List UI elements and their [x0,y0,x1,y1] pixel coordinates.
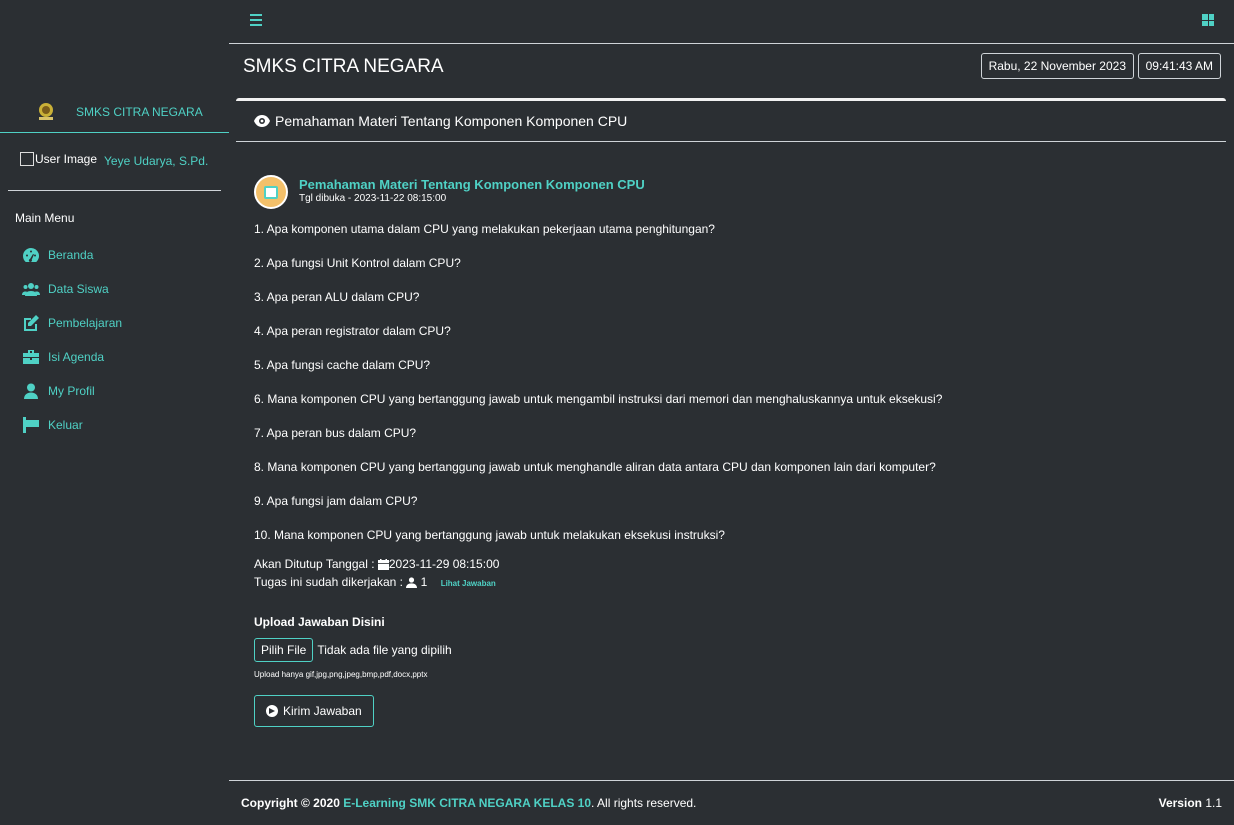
sidebar-item-label: Isi Agenda [48,350,105,364]
user-icon [22,382,40,400]
sidebar-item-my-profil[interactable]: My Profil [22,374,122,408]
book-icon [254,175,288,209]
footer: Copyright © 2020 E-Learning SMK CITRA NE… [229,780,1234,825]
version-label: Version [1158,796,1202,810]
sidebar-item-keluar[interactable]: Keluar [22,408,122,442]
task-content: Pemahaman Materi Tentang Komponen Kompon… [254,175,1204,727]
question-item: 7. Apa peran bus dalam CPU? [254,426,417,440]
question-item: 3. Apa peran ALU dalam CPU? [254,290,420,304]
sidebar-brand[interactable]: SMKS CITRA NEGARA [0,92,229,133]
sidebar-item-label: Keluar [48,418,83,432]
user-name[interactable]: Yeye Udarya, S.Pd. [104,154,208,168]
top-navbar [229,0,1234,44]
version-number: 1.1 [1201,796,1222,810]
question-item: 6. Mana komponen CPU yang bertanggung ja… [254,392,943,406]
question-list: 1. Apa komponen utama dalam CPU yang mel… [254,221,1204,561]
task-heading: Pemahaman Materi Tentang Komponen Kompon… [254,175,1204,209]
task-title: Pemahaman Materi Tentang Komponen Kompon… [299,177,645,192]
question-item: 4. Apa peran registrator dalam CPU? [254,324,451,338]
view-answers-link[interactable]: Lihat Jawaban [441,579,496,588]
file-input: Pilih File Tidak ada file yang dipilih [254,638,1204,662]
clock-badge: 09:41:43 AM [1137,53,1221,79]
sidebar-item-label: My Profil [48,384,95,398]
sidebar-item-label: Beranda [48,248,94,262]
edit-icon [22,314,40,332]
task-card: Pemahaman Materi Tentang Komponen Kompon… [236,98,1226,761]
choose-file-button[interactable]: Pilih File [254,638,314,662]
question-item: 2. Apa fungsi Unit Kontrol dalam CPU? [254,256,461,270]
submission-count: 1 [420,575,428,589]
users-icon [22,280,40,298]
footer-link[interactable]: E-Learning SMK CITRA NEGARA KELAS 10 [343,796,591,810]
sidebar-item-pembelajaran[interactable]: Pembelajaran [22,306,122,340]
page-header: SMKS CITRA NEGARA Rabu, 22 November 2023… [229,44,1234,96]
question-item: 5. Apa fungsi cache dalam CPU? [254,358,431,372]
submission-info: Tugas ini sudah dikerjakan : 1 Lihat Jaw… [254,573,1204,593]
sidebar-item-data-siswa[interactable]: Data Siswa [22,272,122,306]
question-item: 8. Mana komponen CPU yang bertanggung ja… [254,460,936,474]
card-title: Pemahaman Materi Tentang Komponen Kompon… [275,113,628,129]
briefcase-icon [22,348,40,366]
task-open-date: Tgl dibuka - 2023-11-22 08:15:00 [299,193,447,204]
sign-out-icon [22,416,40,434]
question-item: 9. Apa fungsi jam dalam CPU? [254,494,418,508]
submission-label: Tugas ini sudah dikerjakan : [254,575,407,589]
footer-version: Version 1.1 [1159,796,1222,810]
upload-title: Upload Jawaban Disini [254,615,385,629]
date-badge: Rabu, 22 November 2023 [980,53,1134,79]
deadline-date: 2023-11-29 08:15:00 [388,557,500,571]
menu-title: Main Menu [15,211,75,225]
page-title: SMKS CITRA NEGARA [243,56,444,77]
footer-copyright: Copyright © 2020 E-Learning SMK CITRA NE… [241,796,696,810]
submit-label: Kirim Jawaban [283,704,362,718]
deadline-info: Akan Ditutup Tanggal : 2023-11-29 08:15:… [254,555,1204,573]
user-panel: User Image Yeye Udarya, S.Pd. [20,150,208,168]
send-icon [266,705,278,717]
sidebar-divider [8,190,221,191]
calendar-icon [377,559,389,570]
user-icon [406,577,418,588]
sidebar-item-beranda[interactable]: Beranda [22,238,122,272]
hamburger-menu-icon[interactable] [250,14,262,29]
card-header: Pemahaman Materi Tentang Komponen Kompon… [236,101,1226,142]
sidebar-menu: Beranda Data Siswa Pembelajaran Isi Agen… [22,238,122,442]
submit-answer-button[interactable]: Kirim Jawaban [254,695,374,727]
sidebar: SMKS CITRA NEGARA User Image Yeye Udarya… [0,0,229,824]
rights-text: . All rights reserved. [591,796,697,810]
eye-icon [254,115,270,127]
sidebar-item-label: Pembelajaran [48,316,123,330]
sidebar-brand-label: SMKS CITRA NEGARA [76,105,203,119]
grid-icon[interactable] [1202,14,1214,26]
question-item: 1. Apa komponen utama dalam CPU yang mel… [254,222,715,236]
school-logo-icon [39,103,53,120]
sidebar-item-isi-agenda[interactable]: Isi Agenda [22,340,122,374]
upload-hint: Upload hanya gif,jpg,png,jpeg,bmp,pdf,do… [254,670,428,679]
file-status: Tidak ada file yang dipilih [317,643,452,657]
avatar [20,152,34,166]
dashboard-icon [22,246,40,264]
sidebar-item-label: Data Siswa [48,282,109,296]
avatar-alt-text: User Image [35,152,98,166]
copyright-text: Copyright © 2020 [241,796,344,810]
deadline-label: Akan Ditutup Tanggal : [254,557,378,571]
